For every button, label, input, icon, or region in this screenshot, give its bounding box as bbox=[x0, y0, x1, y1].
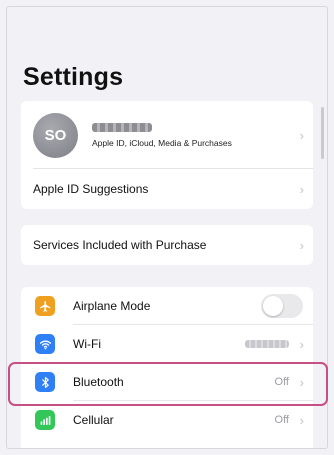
bluetooth-highlight-frame bbox=[8, 362, 328, 406]
cellular-row[interactable]: Cellular Off › bbox=[21, 401, 313, 439]
airplane-mode-label: Airplane Mode bbox=[73, 299, 151, 313]
wifi-row[interactable]: Wi-Fi › bbox=[21, 325, 313, 363]
airplane-mode-row: Airplane Mode bbox=[21, 287, 313, 325]
avatar: SO bbox=[33, 112, 78, 158]
account-subtitle: Apple ID, iCloud, Media & Purchases bbox=[92, 137, 232, 148]
cellular-icon bbox=[35, 410, 55, 430]
wifi-network-name-blurred bbox=[245, 340, 289, 348]
page-title: Settings bbox=[23, 63, 124, 91]
apple-id-row[interactable]: SO Apple ID, iCloud, Media & Purchases › bbox=[21, 101, 313, 169]
airplane-mode-toggle[interactable] bbox=[261, 294, 303, 318]
chevron-right-icon: › bbox=[299, 336, 304, 352]
apple-id-suggestions-row[interactable]: Apple ID Suggestions › bbox=[21, 169, 313, 209]
chevron-right-icon: › bbox=[299, 127, 304, 143]
apple-id-suggestions-label: Apple ID Suggestions bbox=[33, 182, 149, 196]
wifi-icon bbox=[35, 334, 55, 354]
account-name-blurred bbox=[92, 122, 152, 132]
services-group: Services Included with Purchase › bbox=[21, 225, 313, 265]
account-info: Apple ID, iCloud, Media & Purchases bbox=[92, 122, 232, 148]
services-included-label: Services Included with Purchase bbox=[33, 238, 207, 252]
cellular-status: Off bbox=[274, 414, 289, 426]
airplane-icon bbox=[35, 296, 55, 316]
services-included-row[interactable]: Services Included with Purchase › bbox=[21, 225, 313, 265]
wifi-label: Wi-Fi bbox=[73, 337, 101, 351]
chevron-right-icon: › bbox=[299, 412, 304, 428]
account-group: SO Apple ID, iCloud, Media & Purchases ›… bbox=[21, 101, 313, 209]
chevron-right-icon: › bbox=[299, 181, 304, 197]
chevron-right-icon: › bbox=[299, 237, 304, 253]
cellular-label: Cellular bbox=[73, 413, 114, 427]
scrollbar[interactable] bbox=[321, 107, 324, 159]
